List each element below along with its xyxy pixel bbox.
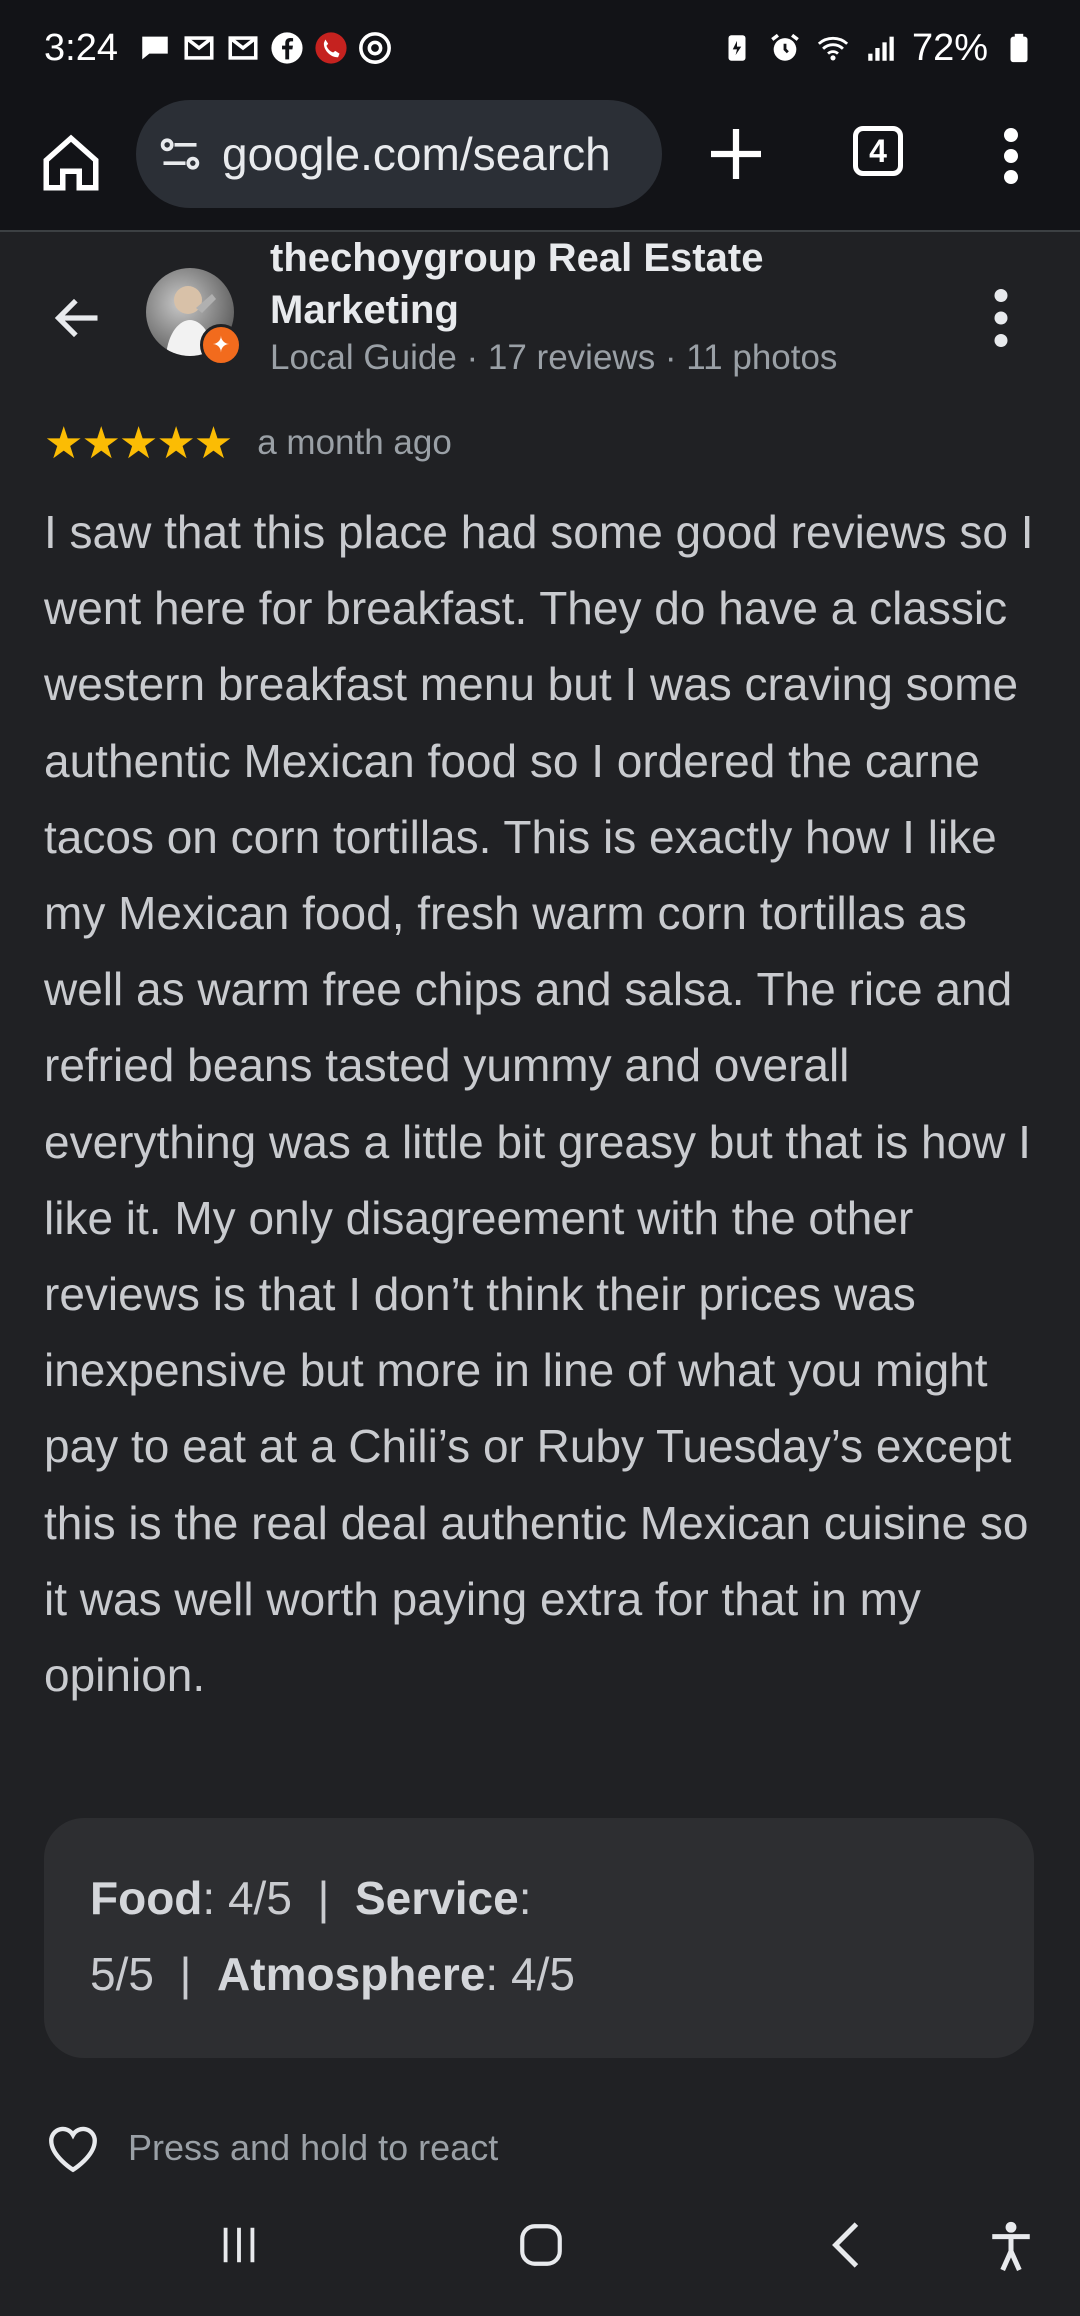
more-options-icon[interactable] bbox=[988, 288, 1014, 348]
site-settings-icon[interactable] bbox=[158, 132, 202, 176]
service-score: 5/5 bbox=[90, 1948, 154, 2000]
react-hint: Press and hold to react bbox=[128, 2127, 499, 2168]
atmosphere-score: : 4/5 bbox=[485, 1948, 575, 2000]
home-icon[interactable] bbox=[38, 130, 104, 196]
heart-icon[interactable] bbox=[44, 2121, 102, 2175]
url-bar[interactable]: google.com/search bbox=[136, 100, 662, 208]
service-label: Service bbox=[355, 1872, 519, 1924]
score-separator: | bbox=[291, 1872, 355, 1924]
review-time: a month ago bbox=[257, 423, 452, 462]
score-separator: | bbox=[153, 1948, 218, 2000]
tab-switcher-button[interactable]: 4 bbox=[853, 126, 903, 176]
status-time: 3:24 bbox=[44, 26, 118, 69]
reviewer-meta: Local Guide · 17 reviews · 11 photos bbox=[270, 338, 838, 377]
threads-icon bbox=[359, 32, 391, 64]
recent-apps-icon[interactable] bbox=[216, 2222, 262, 2268]
back-arrow-icon[interactable] bbox=[52, 292, 104, 344]
service-score-part1: : bbox=[518, 1872, 532, 1924]
url-text[interactable]: google.com/search bbox=[222, 127, 611, 181]
signal-icon bbox=[868, 36, 894, 61]
score-summary: Food: 4/5 | Service: 5/5 | Atmosphere: 4/… bbox=[44, 1818, 1034, 2058]
react-row[interactable]: Press and hold to react bbox=[44, 2118, 498, 2178]
mail-icon bbox=[184, 36, 214, 60]
alarm-icon bbox=[771, 33, 799, 61]
phone-call-icon bbox=[315, 32, 347, 64]
battery-saver-icon bbox=[728, 35, 746, 61]
atmosphere-label: Atmosphere bbox=[217, 1948, 486, 2000]
system-nav-bar bbox=[0, 2178, 1080, 2316]
facebook-icon bbox=[271, 32, 303, 64]
wifi-icon bbox=[817, 36, 849, 61]
reviewer-header: ✦ thechoygroup Real Estate Marketing Loc… bbox=[0, 232, 1080, 402]
reviewer-name[interactable]: thechoygroup Real Estate Marketing bbox=[270, 232, 910, 336]
overflow-menu-icon[interactable] bbox=[996, 128, 1026, 184]
star-rating: ★★★★★ bbox=[44, 418, 233, 468]
mail-icon bbox=[228, 36, 258, 60]
food-label: Food bbox=[90, 1872, 203, 1924]
accessibility-icon[interactable] bbox=[986, 2218, 1036, 2274]
rating-row: ★★★★★ a month ago bbox=[44, 418, 452, 468]
chat-bubble-icon bbox=[142, 36, 168, 60]
new-tab-icon[interactable] bbox=[706, 124, 766, 184]
battery-icon bbox=[1010, 33, 1028, 63]
battery-percent: 72% bbox=[911, 26, 988, 69]
review-text: I saw that this place had some good revi… bbox=[44, 506, 1034, 1702]
status-bar: 3:24 72% bbox=[0, 0, 1080, 96]
home-nav-icon[interactable] bbox=[516, 2220, 566, 2270]
food-score: : 4/5 bbox=[202, 1872, 292, 1924]
local-guide-badge-icon: ✦ bbox=[200, 324, 242, 366]
back-nav-icon[interactable] bbox=[826, 2220, 866, 2270]
